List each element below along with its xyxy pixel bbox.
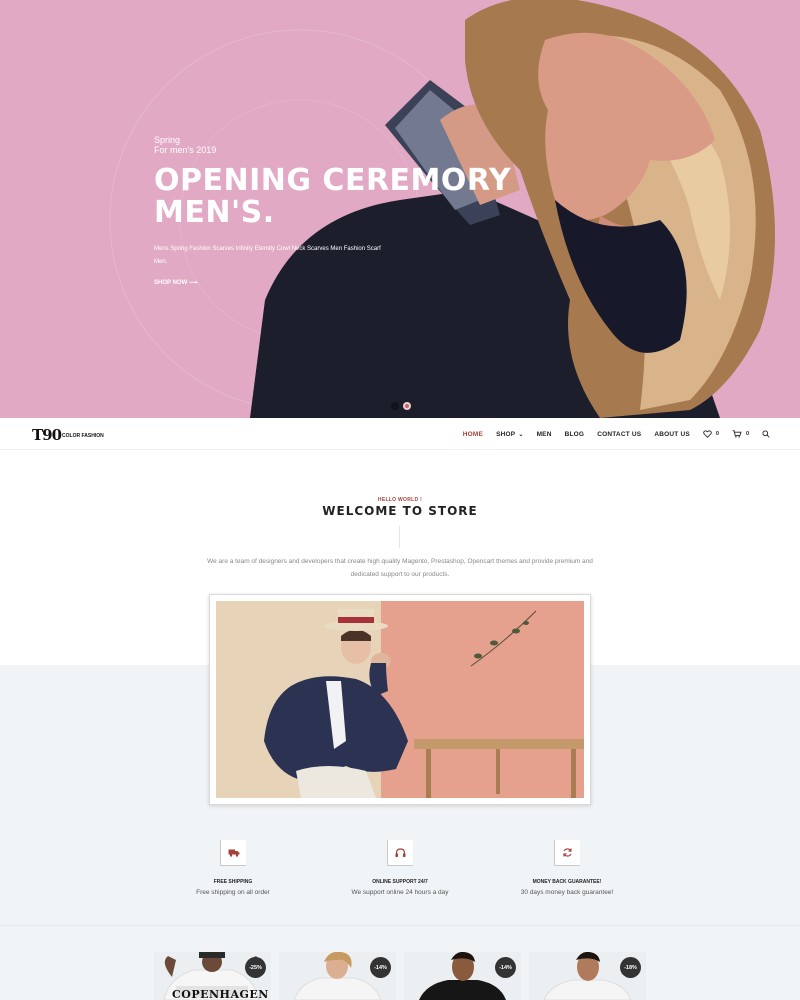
chevron-down-icon: ⌄ [518, 431, 524, 438]
truck-icon [220, 840, 246, 866]
product-shirt-text: COPENHAGEN [172, 988, 269, 1000]
slider-dot-2[interactable] [403, 402, 411, 410]
search-icon [762, 430, 770, 438]
search-button[interactable] [762, 430, 770, 438]
logo-text: COLOR FASHION [62, 433, 104, 439]
hero-subtitle: For men's 2019 [154, 145, 217, 155]
product-card[interactable]: COPENHAGEN -25% [154, 952, 271, 1000]
cart-icon [732, 430, 742, 438]
discount-badge: -18% [620, 957, 641, 978]
refresh-icon [554, 840, 580, 866]
hero-description: Mens Spring Fashion Scarves Infinity Ete… [154, 246, 381, 265]
hero-slider: Spring For men's 2019 OPENING CEREMORY M… [0, 0, 800, 418]
slider-pagination [391, 402, 411, 410]
feature-image-frame [209, 594, 591, 805]
welcome-description: We are a team of designers and developer… [207, 558, 593, 578]
discount-badge: -14% [495, 957, 516, 978]
hero-season: Spring [154, 135, 181, 145]
nav-blog[interactable]: BLOG [565, 431, 585, 438]
service-title: MONEY BACK GUARANTEE! [532, 879, 602, 885]
wishlist-button[interactable]: 0 [703, 430, 719, 438]
cart-button[interactable]: 0 [732, 430, 749, 438]
logo-mark: T90 [32, 426, 62, 444]
site-header: T90 COLOR FASHION HOME SHOP ⌄ MEN BLOG C… [0, 418, 800, 450]
hero-title-line-1: OPENING CEREMORY [154, 163, 512, 198]
feature-image [216, 601, 584, 798]
service-money-back: MONEY BACK GUARANTEE! 30 days money back… [467, 840, 667, 896]
headphones-icon [387, 840, 413, 866]
hero-title: OPENING CEREMORY MEN'S. [154, 165, 511, 229]
main-nav: HOME SHOP ⌄ MEN BLOG CONTACT US ABOUT US… [463, 418, 770, 450]
shop-now-link[interactable]: SHOP NOW ⟶ [154, 279, 198, 286]
heart-icon [703, 430, 712, 438]
slider-dot-1[interactable] [391, 402, 399, 410]
nav-shop-label: SHOP [496, 430, 516, 438]
model-illustration [216, 601, 584, 798]
section-divider [0, 925, 800, 926]
hero-title-line-2: MEN'S. [154, 195, 275, 230]
nav-about-us[interactable]: ABOUT US [654, 431, 690, 438]
wishlist-count: 0 [715, 431, 719, 437]
product-card[interactable]: -14% [404, 952, 521, 1000]
nav-men[interactable]: MEN [537, 431, 552, 438]
welcome-divider [399, 526, 400, 548]
service-description: 30 days money back guarantee! [520, 889, 614, 896]
welcome-title: WELCOME TO STORE [322, 504, 478, 518]
nav-contact-us[interactable]: CONTACT US [597, 431, 641, 438]
hero-caption: Spring For men's 2019 OPENING CEREMORY M… [154, 135, 511, 289]
nav-shop[interactable]: SHOP ⌄ [496, 431, 523, 438]
discount-badge: -14% [370, 957, 391, 978]
welcome-eyebrow: HELLO WORLD ! [377, 497, 423, 503]
cart-count: 0 [745, 431, 749, 437]
logo[interactable]: T90 COLOR FASHION [32, 426, 104, 444]
product-card[interactable]: -14% [279, 952, 396, 1000]
product-card[interactable]: -18% [529, 952, 646, 1000]
nav-home[interactable]: HOME [463, 431, 483, 438]
discount-badge: -25% [245, 957, 266, 978]
